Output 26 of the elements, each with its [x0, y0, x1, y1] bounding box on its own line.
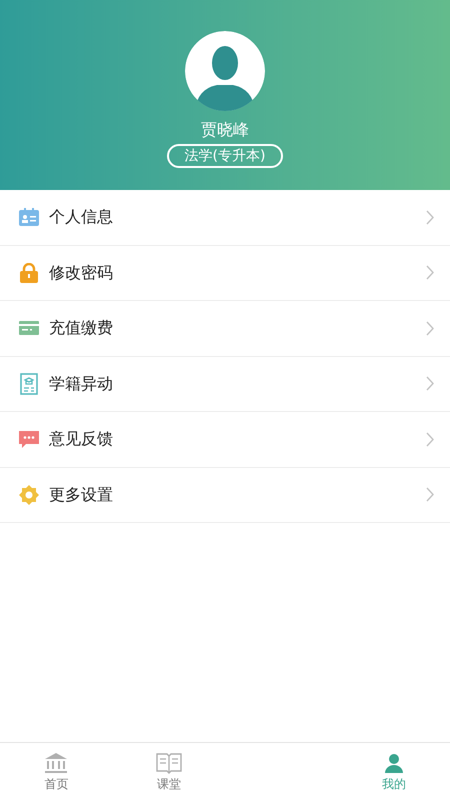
user-name: 贾晓峰 [201, 119, 249, 141]
bank-icon [44, 752, 68, 774]
chevron-icon [426, 432, 434, 447]
major-badge: 法学(专升本) [166, 144, 284, 168]
menu-item[interactable]: 学籍异动 [0, 356, 450, 412]
certificate-icon [20, 372, 38, 395]
menu-item[interactable]: 意见反馈 [0, 412, 450, 468]
tab[interactable]: 课堂 [112, 743, 225, 800]
avatar-icon [185, 31, 265, 111]
person-icon [382, 752, 405, 774]
lock-icon [19, 262, 39, 283]
chevron-icon [426, 320, 434, 336]
tab[interactable]: 首页 [0, 743, 112, 800]
menu-item[interactable]: 更多设置 [0, 468, 450, 523]
menu-item[interactable]: 修改密码 [0, 246, 450, 301]
menu-item[interactable]: 个人信息 [0, 190, 450, 246]
id-card-icon [19, 208, 39, 226]
gear-icon [19, 484, 39, 505]
chevron-icon [426, 210, 434, 225]
chevron-icon [426, 376, 434, 392]
chevron-icon [426, 487, 434, 502]
card-icon [19, 320, 39, 336]
menu-item[interactable]: 充值缴费 [0, 301, 450, 356]
book-icon [156, 752, 182, 774]
chat-icon [19, 430, 39, 449]
chevron-icon [426, 265, 434, 280]
